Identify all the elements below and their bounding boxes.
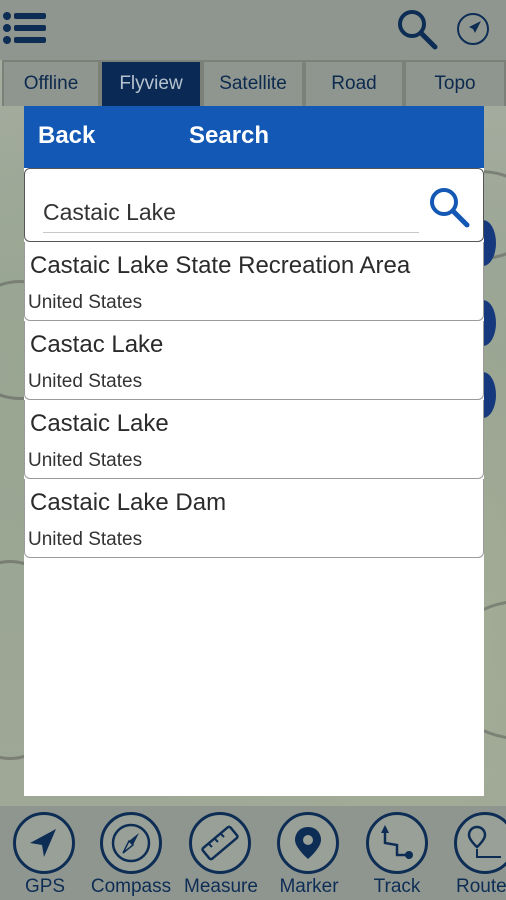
result-country: United States [28,292,143,313]
bottom-toolbar: GPS Compass Measure Marker Track Route [0,806,506,900]
result-name: Castac Lake [30,331,164,358]
search-box [24,168,484,242]
search-dialog: Back Search Castaic Lake State Recreatio… [24,106,484,796]
search-icon[interactable] [427,185,471,229]
tool-label: Track [373,876,421,897]
ruler-icon [201,825,239,861]
tool-label: Marker [279,876,339,897]
search-icon[interactable] [396,8,438,50]
tab-satellite[interactable]: Satellite [202,60,304,106]
navigation-arrow-icon[interactable] [456,12,490,46]
track-button[interactable]: Track [352,806,442,900]
tab-offline[interactable]: Offline [2,60,100,106]
search-results-list: Castaic Lake State Recreation Area Unite… [24,242,484,558]
result-name: Castaic Lake State Recreation Area [30,252,411,279]
tool-label: Route [456,876,506,897]
map-marker-icon [295,827,321,859]
route-icon [467,825,501,858]
tab-label: Offline [23,73,79,94]
route-button[interactable]: Route [440,806,506,900]
result-country: United States [28,371,143,392]
marker-button[interactable]: Marker [264,806,354,900]
search-result-item[interactable]: Castaic Lake United States [24,400,484,479]
map-type-tabs: Offline Flyview Satellite Road Topo [2,60,506,106]
gps-button[interactable]: GPS [0,806,90,900]
compass-button[interactable]: Compass [86,806,176,900]
tab-label: Satellite [219,73,287,94]
dialog-header: Back Search [24,106,484,168]
result-country: United States [28,450,143,471]
tab-label: Topo [434,73,476,94]
result-country: United States [28,529,143,550]
compass-icon [111,823,151,863]
tool-label: Compass [90,876,172,897]
dialog-title: Search [189,122,270,149]
tool-label: GPS [24,876,66,897]
top-bar [0,0,506,60]
search-result-item[interactable]: Castac Lake United States [24,321,484,400]
result-name: Castaic Lake Dam [30,489,227,516]
search-result-item[interactable]: Castaic Lake Dam United States [24,479,484,558]
tab-label: Road [331,73,377,94]
measure-button[interactable]: Measure [176,806,266,900]
tab-flyview[interactable]: Flyview [100,60,202,106]
tab-label: Flyview [119,73,183,94]
track-icon [381,825,413,859]
search-input[interactable] [43,193,419,233]
search-result-item[interactable]: Castaic Lake State Recreation Area Unite… [24,242,484,321]
gps-arrow-icon [30,829,56,857]
tab-topo[interactable]: Topo [404,60,506,106]
menu-list-icon[interactable] [2,10,48,46]
tab-road[interactable]: Road [304,60,404,106]
tool-label: Measure [184,876,258,897]
result-name: Castaic Lake [30,410,169,437]
back-button[interactable]: Back [38,122,95,150]
